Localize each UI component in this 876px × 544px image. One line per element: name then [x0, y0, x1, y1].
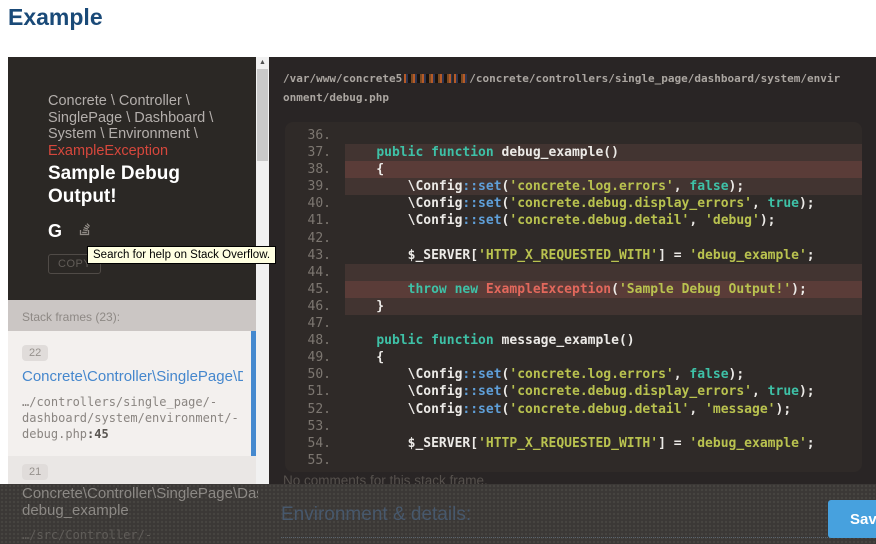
code-line: 43. $_SERVER['HTTP_X_REQUESTED_WITH'] = … [285, 247, 862, 264]
help-icons-row: G [48, 221, 244, 241]
page-title: Example [8, 4, 103, 31]
exception-class-line: SinglePage \ Dashboard \ [48, 110, 244, 127]
code-line: 42. [285, 230, 862, 247]
code-line: 55. [285, 452, 862, 469]
stack-frames-header: Stack frames (23): [8, 300, 256, 331]
exception-class: Concrete \ Controller \ SinglePage \ Das… [48, 93, 244, 159]
stack-frame-21[interactable]: 21 [8, 456, 256, 484]
code-panel: /var/www/concrete5/concrete/controllers/… [269, 57, 876, 484]
file-path-header: /var/www/concrete5/concrete/controllers/… [269, 57, 876, 107]
file-path-part2: /concrete/controllers/single_page/dashbo… [469, 72, 840, 85]
code-line: 44. [285, 264, 862, 281]
environment-section: Environment & details: [281, 504, 866, 538]
redacted-path-segment [404, 74, 452, 83]
stack-overflow-tooltip: Search for help on Stack Overflow. [87, 246, 276, 264]
code-line: 36. [285, 127, 862, 144]
code-line: 45. throw new ExampleException('Sample D… [285, 281, 862, 298]
frame-index-badge: 22 [22, 345, 48, 361]
environment-heading: Environment & details: [281, 504, 471, 525]
whoops-sidebar: Concrete \ Controller \ SinglePage \ Das… [8, 57, 256, 484]
code-line: 46. } [285, 298, 862, 315]
code-line: 51. \Config::set('concrete.debug.display… [285, 383, 862, 400]
frame-21-title[interactable]: Concrete\Controller\SinglePage\Dash debu… [22, 485, 258, 519]
code-line: 38. { [285, 161, 862, 178]
sidebar-scrollbar[interactable]: ▲ [256, 57, 269, 484]
file-path-line2: onment/debug.php [283, 91, 389, 104]
frame-title-line: debug_example [22, 502, 258, 519]
scrollbar-thumb[interactable] [257, 69, 268, 161]
exception-message: Sample Debug Output! [48, 162, 198, 208]
code-line: 41. \Config::set('concrete.debug.detail'… [285, 212, 862, 229]
code-line: 40. \Config::set('concrete.debug.display… [285, 195, 862, 212]
example-debug-page: Example Concrete \ Controller \ SinglePa… [0, 0, 876, 544]
frame-path-line: debug.php:45 [22, 426, 243, 442]
frame-title-line: Concrete\Controller\SinglePage\Dash [22, 485, 258, 502]
code-line: 39. \Config::set('concrete.log.errors', … [285, 178, 862, 195]
google-search-icon[interactable]: G [48, 222, 62, 240]
redacted-path-segment [454, 74, 467, 83]
save-button[interactable]: Save [828, 500, 876, 538]
frame-21-path: …/src/Controller/- [22, 528, 152, 542]
code-line: 53. [285, 418, 862, 435]
code-lines: 36.37. public function debug_example()38… [285, 122, 862, 472]
frame-title[interactable]: Concrete\Controller\SinglePage\Das [22, 368, 243, 385]
frame-index-badge: 21 [22, 464, 48, 480]
stack-frame-22[interactable]: 22 Concrete\Controller\SinglePage\Das …/… [8, 331, 256, 456]
code-line: 37. public function debug_example() [285, 144, 862, 161]
exception-class-line: Concrete \ Controller \ [48, 93, 244, 110]
dashboard-footer-band: Concrete\Controller\SinglePage\Dash debu… [0, 484, 876, 544]
code-line: 47. [285, 315, 862, 332]
stack-overflow-icon[interactable] [77, 221, 92, 241]
code-line: 50. \Config::set('concrete.log.errors', … [285, 366, 862, 383]
code-line: 48. public function message_example() [285, 332, 862, 349]
exception-name: ExampleException [48, 143, 244, 160]
file-path-part1: /var/www/concrete5 [283, 72, 402, 85]
frame-path-line: dashboard/system/environment/- [22, 410, 243, 426]
frame-path-line: …/controllers/single_page/- [22, 394, 243, 410]
exception-class-line: System \ Environment \ [48, 126, 244, 143]
frame-file: debug.php [22, 427, 87, 441]
frame-path: …/controllers/single_page/- dashboard/sy… [22, 394, 243, 442]
code-line: 52. \Config::set('concrete.debug.detail'… [285, 401, 862, 418]
frame-line-number: :45 [87, 427, 109, 441]
code-line: 54. $_SERVER['HTTP_X_REQUESTED_WITH'] = … [285, 435, 862, 452]
scrollbar-up-arrow-icon[interactable]: ▲ [256, 57, 269, 69]
code-line: 49. { [285, 349, 862, 366]
